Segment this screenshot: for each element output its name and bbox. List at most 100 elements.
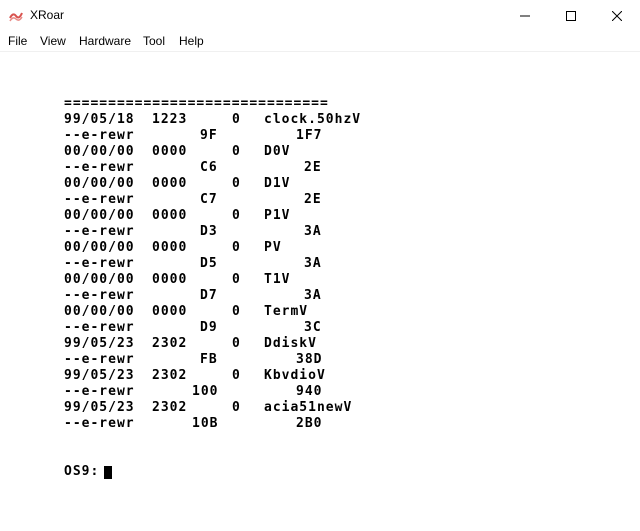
shell-prompt-line[interactable]: OS9: <box>0 464 640 480</box>
entry-date: 00/00/00 <box>64 272 135 287</box>
entry-date: 00/00/00 <box>64 144 135 159</box>
entry-date: 00/00/00 <box>64 208 135 223</box>
entry-name: acia51newV <box>264 400 353 415</box>
entry-sector: 100 <box>192 384 219 399</box>
shell-prompt: OS9: <box>64 464 100 479</box>
directory-entry-line1: 00/00/00 0000 0 PV <box>0 240 640 256</box>
directory-entry-line1: 99/05/23 2302 0 DdiskV <box>0 336 640 352</box>
entry-time: 2302 <box>152 336 188 351</box>
entry-owner: 0 <box>232 176 241 191</box>
entry-attrs: --e-rewr <box>64 384 135 399</box>
directory-entry-line2: --e-rewr FB 38D <box>0 352 640 368</box>
entry-attrs: --e-rewr <box>64 288 135 303</box>
entry-date: 99/05/18 <box>64 112 135 127</box>
menu-bar: File View Hardware Tool Help <box>0 31 640 52</box>
entry-size: 38D <box>296 352 323 367</box>
window-title: XRoar <box>30 8 65 22</box>
entry-attrs: --e-rewr <box>64 320 135 335</box>
entry-size: 2B0 <box>296 416 323 431</box>
text-cursor <box>104 466 112 479</box>
entry-attrs: --e-rewr <box>64 128 135 143</box>
close-button[interactable] <box>594 0 640 31</box>
entry-owner: 0 <box>232 368 241 383</box>
entry-attrs: --e-rewr <box>64 416 135 431</box>
entry-size: 1F7 <box>296 128 323 143</box>
menu-help[interactable]: Help <box>179 34 204 48</box>
menu-view[interactable]: View <box>40 34 66 48</box>
entry-sector: D5 <box>200 256 218 271</box>
entry-time: 0000 <box>152 208 188 223</box>
entry-sector: D9 <box>200 320 218 335</box>
entry-owner: 0 <box>232 272 241 287</box>
entry-time: 0000 <box>152 272 188 287</box>
entry-date: 00/00/00 <box>64 240 135 255</box>
directory-entry-line2: --e-rewr 100 940 <box>0 384 640 400</box>
directory-entry-line1: 00/00/00 0000 0 P1V <box>0 208 640 224</box>
entry-size: 3A <box>304 256 322 271</box>
entry-time: 2302 <box>152 368 188 383</box>
entry-name: DdiskV <box>264 336 317 351</box>
directory-entry-line2: --e-rewr 9F 1F7 <box>0 128 640 144</box>
directory-entry-line1: 99/05/23 2302 0 acia51newV <box>0 400 640 416</box>
entry-owner: 0 <box>232 400 241 415</box>
maximize-icon <box>566 10 576 21</box>
entry-owner: 0 <box>232 304 241 319</box>
maximize-button[interactable] <box>548 0 594 31</box>
directory-entry-line2: --e-rewr D9 3C <box>0 320 640 336</box>
menu-hardware[interactable]: Hardware <box>79 34 131 48</box>
title-bar[interactable]: XRoar <box>0 0 640 31</box>
menu-tool[interactable]: Tool <box>143 34 165 48</box>
entry-attrs: --e-rewr <box>64 192 135 207</box>
entry-size: 2E <box>304 160 322 175</box>
entry-date: 00/00/00 <box>64 176 135 191</box>
entry-size: 940 <box>296 384 323 399</box>
entry-sector: FB <box>200 352 218 367</box>
entry-sector: C6 <box>200 160 218 175</box>
menu-file[interactable]: File <box>8 34 27 48</box>
entry-owner: 0 <box>232 336 241 351</box>
entry-attrs: --e-rewr <box>64 352 135 367</box>
emulator-screen[interactable]: ============================== 99/05/18 … <box>0 52 640 531</box>
entry-owner: 0 <box>232 208 241 223</box>
close-icon <box>612 10 622 21</box>
entry-size: 3C <box>304 320 322 335</box>
entry-name: TermV <box>264 304 309 319</box>
entry-name: D0V <box>264 144 291 159</box>
entry-size: 3A <box>304 224 322 239</box>
directory-entry-line1: 99/05/18 1223 0 clock.50hzV <box>0 112 640 128</box>
directory-entry-line2: --e-rewr D5 3A <box>0 256 640 272</box>
minimize-button[interactable] <box>502 0 548 31</box>
entry-time: 1223 <box>152 112 188 127</box>
entry-name: T1V <box>264 272 291 287</box>
entry-sector: 10B <box>192 416 219 431</box>
entry-name: clock.50hzV <box>264 112 362 127</box>
directory-separator: ============================== <box>0 96 640 112</box>
entry-size: 2E <box>304 192 322 207</box>
entry-date: 99/05/23 <box>64 400 135 415</box>
entry-sector: 9F <box>200 128 218 143</box>
entry-name: P1V <box>264 208 291 223</box>
directory-entry-line1: 00/00/00 0000 0 T1V <box>0 272 640 288</box>
minimize-icon <box>520 15 530 16</box>
entry-attrs: --e-rewr <box>64 224 135 239</box>
directory-entry-line1: 00/00/00 0000 0 D1V <box>0 176 640 192</box>
directory-entry-line2: --e-rewr D7 3A <box>0 288 640 304</box>
directory-entry-line2: --e-rewr D3 3A <box>0 224 640 240</box>
entry-name: PV <box>264 240 282 255</box>
entry-time: 0000 <box>152 304 188 319</box>
entry-name: D1V <box>264 176 291 191</box>
directory-entry-line1: 99/05/23 2302 0 KbvdioV <box>0 368 640 384</box>
entry-size: 3A <box>304 288 322 303</box>
entry-time: 0000 <box>152 176 188 191</box>
directory-entry-line2: --e-rewr C6 2E <box>0 160 640 176</box>
entry-sector: C7 <box>200 192 218 207</box>
directory-entry-line1: 00/00/00 0000 0 D0V <box>0 144 640 160</box>
entry-attrs: --e-rewr <box>64 160 135 175</box>
entry-time: 2302 <box>152 400 188 415</box>
entry-date: 99/05/23 <box>64 368 135 383</box>
directory-entry-line2: --e-rewr 10B 2B0 <box>0 416 640 432</box>
entry-sector: D7 <box>200 288 218 303</box>
entry-date: 99/05/23 <box>64 336 135 351</box>
entry-owner: 0 <box>232 144 241 159</box>
entry-date: 00/00/00 <box>64 304 135 319</box>
